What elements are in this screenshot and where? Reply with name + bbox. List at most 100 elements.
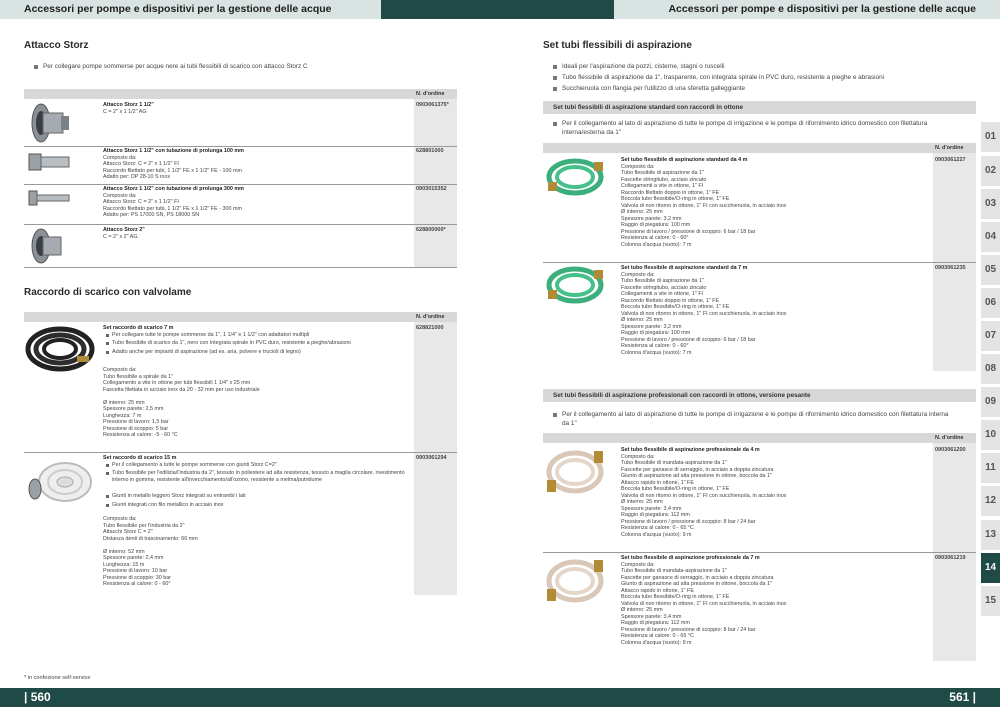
storz-item-1-name: Attacco Storz 1 1/2" (103, 102, 154, 108)
left-header-title: Accessori per pompe e dispositivi per la… (24, 3, 332, 15)
header-divider-band (381, 0, 614, 19)
storz-item-4-name: Attacco Storz 2" (103, 227, 145, 233)
raccordo-item-1-body: Composto da: Tubo flessibile a spirale d… (103, 367, 260, 438)
row-divider (543, 262, 976, 263)
green-hose-7m-image (546, 266, 604, 304)
pro-bullet: Per il collegamento al lato di aspirazio… (553, 410, 957, 428)
tab-04[interactable]: 04 (981, 222, 1000, 252)
storz-coupling-image (31, 103, 69, 143)
raccordo-item-1-bullet-1: Per collegare tutte le pompe sommerse da… (106, 332, 412, 339)
raccordo-item-1-name: Set raccordo di scarico 7 m (103, 325, 403, 332)
white-flat-hose-image (28, 462, 92, 502)
storz-item-4-body: C = 2" x 2" AG (103, 233, 138, 240)
standard-item-2-code: 0903061235 (935, 265, 966, 271)
green-hose-4m-image (546, 158, 604, 196)
tab-09[interactable]: 09 (981, 387, 1000, 417)
storz-item-2-name: Attacco Storz 1 1/2" con tubazione di pr… (103, 148, 244, 154)
raccordo-item-1-title: Set raccordo di scarico 7 m (103, 325, 174, 331)
order-number-header: N. d'ordine (935, 435, 964, 441)
row-divider (24, 224, 457, 225)
pro-item-1: Set tubo flessibile di aspirazione profe… (621, 447, 921, 538)
raccordo-item-1-bullet-3: Adatto anche per impianti di aspirazione… (106, 349, 412, 356)
row-divider (543, 552, 976, 553)
raccordo-section-title: Raccordo di scarico con valvolame (24, 287, 192, 298)
order-number-header: N. d'ordine (416, 91, 445, 97)
raccordo-item-2-name: Set raccordo di scarico 15 m (103, 455, 403, 462)
tab-14-active[interactable]: 14 (981, 553, 1000, 583)
pro-item-1-body: Composto da: Tubo flessibile di mandata-… (621, 453, 787, 538)
standard-table-header: N. d'ordine (543, 143, 976, 153)
tab-11[interactable]: 11 (981, 453, 1000, 483)
raccordo-item-2-bullet-1: Per il collegamento a tutte le pompe som… (106, 462, 412, 469)
raccordo-item-2-body: Composto da: Tubo flessibile per l'indus… (103, 516, 198, 587)
self-service-footnote: * in confezione self-service (24, 675, 91, 681)
tab-12[interactable]: 12 (981, 486, 1000, 516)
clear-hose-4m-image (546, 450, 604, 494)
standard-item-1-code: 0903061227 (935, 157, 966, 163)
storz-item-2: Attacco Storz 1 1/2" con tubazione di pr… (103, 148, 403, 181)
tab-13[interactable]: 13 (981, 520, 1000, 550)
tab-06[interactable]: 06 (981, 288, 1000, 318)
order-number-header: N. d'ordine (416, 314, 445, 320)
storz-extension-100-image (28, 153, 70, 171)
raccordo-item-2-title: Set raccordo di scarico 15 m (103, 455, 177, 461)
order-number-header: N. d'ordine (935, 145, 964, 151)
pro-subsection-title: Set tubi flessibili di aspirazione profe… (553, 392, 811, 399)
standard-item-1: Set tubo flessibile di aspirazione stand… (621, 157, 921, 248)
tab-01[interactable]: 01 (981, 122, 1000, 152)
raccordo-item-2-bullet-4: Giunti integrati con filo metallico in a… (106, 502, 412, 509)
row-divider (24, 267, 457, 268)
storz-order-column (414, 99, 457, 267)
standard-item-1-body: Composto da: Tubo flessibile di aspirazi… (621, 163, 787, 248)
storz-item-3-name: Attacco Storz 1 1/2" con tubazione di pr… (103, 186, 244, 192)
row-divider (24, 452, 457, 453)
storz-item-4-code: 628800000* (416, 227, 446, 233)
pro-item-1-code: 0903061200 (935, 447, 966, 453)
tab-08[interactable]: 08 (981, 354, 1000, 384)
standard-item-2-name: Set tubo flessibile di aspirazione stand… (621, 265, 748, 271)
tab-10[interactable]: 10 (981, 420, 1000, 450)
storz-item-3-code: 0903015352 (416, 186, 447, 192)
storz-extension-300-image (28, 190, 70, 206)
raccordo-table-header: N. d'ordine (24, 312, 457, 322)
standard-subsection-bar: Set tubi flessibili di aspirazione stand… (543, 101, 976, 114)
raccordo-item-2-code: 0903061294 (416, 455, 447, 461)
pro-table-header: N. d'ordine (543, 433, 976, 443)
storz-item-2-code: 628801000 (416, 148, 444, 154)
tab-03[interactable]: 03 (981, 189, 1000, 219)
pro-item-2-code: 0903061219 (935, 555, 966, 561)
storz-item-2-body: Composto da: Attacco Storz: C = 2" x 1 1… (103, 154, 242, 181)
footer-bar (0, 688, 1000, 707)
raccordo-item-1-code: 628821000 (416, 325, 444, 331)
storz-bullet: Per collegare pompe sommerse per acque n… (34, 62, 403, 71)
storz-2-inch-image (31, 228, 62, 264)
raccordo-item-2-bullet-2: Tubo flessibile per l'edilizia/l'industr… (106, 470, 410, 483)
standard-item-1-name: Set tubo flessibile di aspirazione stand… (621, 157, 748, 163)
storz-item-3: Attacco Storz 1 1/2" con tubazione di pr… (103, 186, 403, 219)
standard-subsection-title: Set tubi flessibili di aspirazione stand… (553, 104, 743, 111)
left-page-number: | 560 (24, 690, 51, 704)
standard-item-2-body: Composto da: Tubo flessibile di aspirazi… (621, 271, 787, 356)
raccordo-item-1-bullet-2: Tubo flessibile di scarico da 1", nero c… (106, 340, 412, 347)
tab-02[interactable]: 02 (981, 156, 1000, 186)
right-header-title: Accessori per pompe e dispositivi per la… (668, 3, 976, 15)
black-hose-coil-image (25, 326, 95, 372)
tab-05[interactable]: 05 (981, 255, 1000, 285)
raccordo-item-2-bullet-3: Giunti in metallo leggero Storz integrat… (106, 493, 412, 500)
storz-item-1-body: C = 2" x 1 1/2" AG (103, 108, 147, 115)
set-tubi-title: Set tubi flessibili di aspirazione (543, 40, 692, 51)
set-tubi-bullet-3: Succhieruola con flangia per l'utilizzo … (553, 84, 962, 93)
pro-subsection-bar: Set tubi flessibili di aspirazione profe… (543, 389, 976, 402)
tab-07[interactable]: 07 (981, 321, 1000, 351)
right-page-number: 561 | (949, 690, 976, 704)
pro-item-2-body: Composto da: Tubo flessibile di mandata-… (621, 561, 787, 646)
storz-table-header: N. d'ordine (24, 89, 457, 99)
tab-15[interactable]: 15 (981, 586, 1000, 616)
standard-bullet: Per il collegamento al lato di aspirazio… (553, 119, 957, 137)
pro-item-2-name: Set tubo flessibile di aspirazione profe… (621, 555, 760, 561)
standard-item-2: Set tubo flessibile di aspirazione stand… (621, 265, 921, 356)
storz-item-4: Attacco Storz 2" C = 2" x 2" AG (103, 227, 403, 240)
clear-hose-7m-image (546, 559, 604, 603)
row-divider (24, 146, 457, 147)
storz-item-1-code: 0903061375* (416, 102, 449, 108)
